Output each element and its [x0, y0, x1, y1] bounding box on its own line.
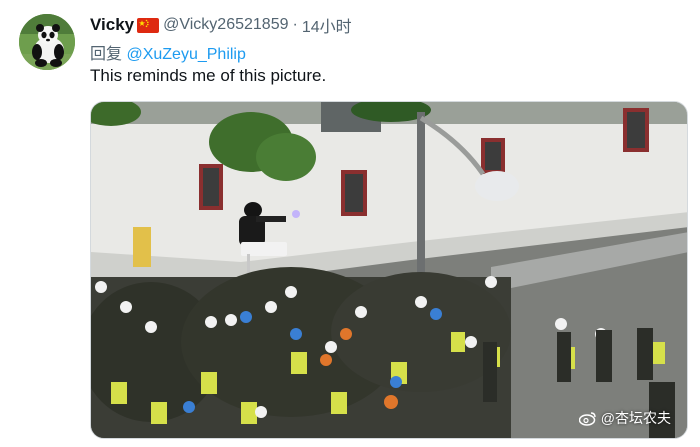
- display-name[interactable]: Vicky: [90, 15, 134, 35]
- photo-scene: [91, 102, 687, 438]
- separator-dot: ·: [292, 16, 298, 33]
- watermark-text: @杏坛农夫: [600, 410, 671, 426]
- tweet[interactable]: Vicky @Vicky26521859 · 14小时 回复 @XuZeyu_P…: [0, 0, 700, 447]
- reply-context: 回复 @XuZeyu_Philip: [90, 40, 246, 64]
- reply-prefix: 回复: [90, 46, 123, 63]
- tweet-header: Vicky @Vicky26521859 · 14小时: [90, 14, 352, 36]
- panda-avatar-icon: [19, 14, 75, 70]
- tweet-timestamp[interactable]: 14小时: [302, 13, 352, 37]
- weibo-icon: [578, 411, 597, 426]
- user-handle[interactable]: @Vicky26521859: [163, 16, 288, 34]
- avatar[interactable]: [19, 14, 75, 70]
- china-flag-icon: [137, 17, 160, 33]
- reply-mention-link[interactable]: @XuZeyu_Philip: [126, 46, 245, 63]
- media-watermark: @杏坛农夫: [578, 408, 671, 428]
- tweet-media-photo[interactable]: @杏坛农夫: [90, 101, 688, 439]
- tweet-text: This reminds me of this picture.: [90, 66, 327, 85]
